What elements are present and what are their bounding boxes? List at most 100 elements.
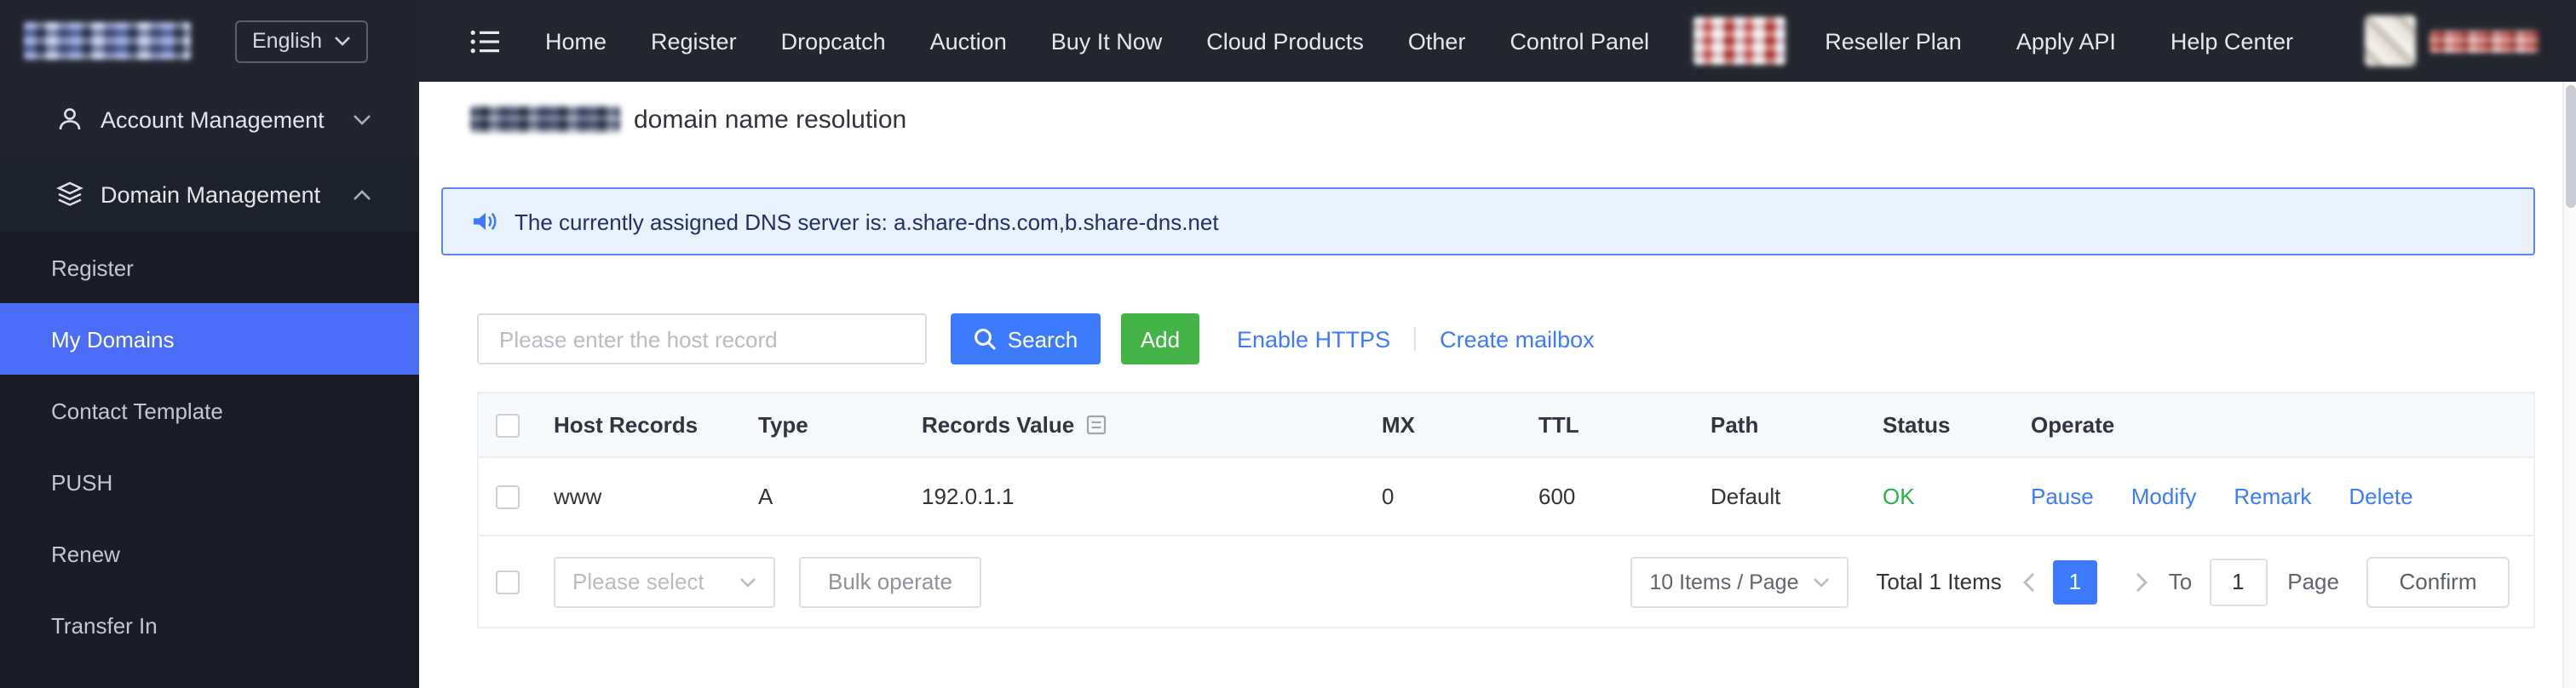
chevron-down-icon: [1814, 577, 1830, 587]
cell-host-record: www: [554, 484, 602, 509]
remark-link[interactable]: Remark: [2234, 484, 2311, 509]
enable-https-link[interactable]: Enable HTTPS: [1237, 326, 1390, 352]
bulk-action-select[interactable]: Please select: [554, 556, 775, 607]
user-menu[interactable]: [2358, 15, 2539, 66]
row-actions: Pause Modify Remark Delete: [2014, 484, 2533, 509]
sidebar-item-label: Register: [51, 255, 134, 280]
language-selector[interactable]: English: [235, 20, 368, 62]
chevron-left-icon: [2022, 571, 2034, 592]
sidebar-item-register[interactable]: Register: [0, 232, 419, 303]
sidebar-group-account-management[interactable]: Account Management: [0, 82, 419, 157]
dns-notice-text: The currently assigned DNS server is: a.…: [515, 209, 1219, 234]
col-header-operate: Operate: [2031, 412, 2115, 438]
cell-type: A: [758, 484, 773, 509]
page-size-value: 10 Items / Page: [1649, 570, 1799, 593]
avatar[interactable]: [2365, 15, 2416, 66]
nav-item-help-center[interactable]: Help Center: [2171, 28, 2293, 54]
main-nav: Home Register Dropcatch Auction Buy It N…: [545, 28, 1649, 54]
nav-item-dropcatch[interactable]: Dropcatch: [781, 28, 886, 54]
nav-item-control-panel[interactable]: Control Panel: [1509, 28, 1649, 54]
nav-item-reseller-plan[interactable]: Reseller Plan: [1825, 28, 1962, 54]
chevron-down-icon: [335, 37, 350, 46]
sidebar-group-label: Domain Management: [101, 181, 321, 207]
footer-checkbox[interactable]: [496, 570, 520, 593]
divider: [1414, 327, 1417, 351]
language-label: English: [252, 29, 322, 53]
add-record-button[interactable]: Add: [1121, 313, 1199, 364]
sidebar-group-label: Account Management: [101, 106, 325, 132]
col-header-type: Type: [758, 412, 808, 438]
nav-item-other[interactable]: Other: [1408, 28, 1466, 54]
sidebar-header: English: [0, 0, 419, 82]
chevron-down-icon: [740, 577, 756, 587]
search-button-label: Search: [1007, 326, 1078, 352]
col-header-status: Status: [1883, 412, 1951, 438]
redacted-domain-name: [470, 106, 620, 133]
nav-item-auction[interactable]: Auction: [930, 28, 1007, 54]
chevron-up-icon: [354, 189, 371, 199]
record-toolbar: Search Add Enable HTTPS Create mailbox: [477, 313, 2535, 364]
redacted-logo: [24, 22, 191, 60]
goto-page-label: Page: [2287, 569, 2339, 594]
next-page-button[interactable]: [2135, 571, 2148, 592]
select-all-checkbox[interactable]: [496, 414, 520, 439]
topbar-right: Reseller Plan Apply API Help Center: [1825, 15, 2539, 66]
host-record-search-input[interactable]: [477, 313, 927, 364]
redacted-brand: [1693, 17, 1786, 65]
pagination: 10 Items / Page Total 1 Items 1 To Page …: [1630, 556, 2510, 607]
page-size-select[interactable]: 10 Items / Page: [1630, 556, 1849, 607]
pause-link[interactable]: Pause: [2031, 484, 2094, 509]
status-badge: OK: [1883, 484, 1915, 509]
sidebar-item-label: Contact Template: [51, 398, 223, 423]
sidebar-item-contact-template[interactable]: Contact Template: [0, 375, 419, 446]
create-mailbox-link[interactable]: Create mailbox: [1440, 326, 1595, 352]
menu-toggle-icon[interactable]: [470, 28, 501, 54]
goto-page-input[interactable]: [2209, 558, 2268, 605]
speaker-icon: [474, 212, 497, 231]
sidebar-item-transfer-in[interactable]: Transfer In: [0, 589, 419, 661]
cell-ttl: 600: [1538, 484, 1576, 509]
sidebar-item-label: My Domains: [51, 326, 175, 352]
cell-mx: 0: [1382, 484, 1394, 509]
redacted-username: [2429, 30, 2539, 52]
goto-to-label: To: [2168, 569, 2193, 594]
sidebar-item-label: External Domain Push: [51, 684, 272, 688]
table-footer-row: Please select Bulk operate 10 Items / Pa…: [479, 536, 2533, 628]
cell-records-value: 192.0.1.1: [922, 484, 1015, 509]
nav-item-home[interactable]: Home: [545, 28, 607, 54]
nav-item-register[interactable]: Register: [651, 28, 737, 54]
modify-link[interactable]: Modify: [2131, 484, 2197, 509]
delete-link[interactable]: Delete: [2349, 484, 2412, 509]
sidebar-item-push[interactable]: PUSH: [0, 446, 419, 518]
vertical-scrollbar[interactable]: [2562, 82, 2576, 688]
sidebar-group-domain-management[interactable]: Domain Management: [0, 157, 419, 232]
sidebar-submenu: Register My Domains Contact Template PUS…: [0, 232, 419, 688]
confirm-button[interactable]: Confirm: [2366, 556, 2510, 607]
records-table: Host Records Type Records Value MX TTL P…: [477, 392, 2535, 628]
nav-item-buy-it-now[interactable]: Buy It Now: [1051, 28, 1163, 54]
records-value-display-icon[interactable]: [1084, 414, 1107, 436]
total-items-label: Total 1 Items: [1876, 569, 2002, 594]
content-area: domain name resolution The currently ass…: [419, 82, 2562, 688]
prev-page-button[interactable]: [2022, 571, 2036, 592]
row-checkbox[interactable]: [496, 485, 520, 510]
sidebar-item-my-domains[interactable]: My Domains: [0, 303, 419, 375]
page-number-button[interactable]: 1: [2052, 559, 2097, 604]
user-icon: [59, 108, 81, 130]
sidebar-item-renew[interactable]: Renew: [0, 518, 419, 589]
layers-icon: [56, 181, 83, 206]
col-header-records-value: Records Value: [922, 412, 1075, 438]
scrollbar-thumb[interactable]: [2566, 85, 2576, 208]
nav-item-cloud-products[interactable]: Cloud Products: [1206, 28, 1364, 54]
app-root: English Account Management Domain Manage…: [0, 0, 2576, 688]
sidebar-item-label: Renew: [51, 541, 120, 566]
nav-item-apply-api[interactable]: Apply API: [2016, 28, 2116, 54]
col-header-mx: MX: [1382, 412, 1415, 438]
search-icon: [975, 329, 997, 351]
col-header-host-records: Host Records: [554, 412, 699, 438]
bulk-operate-button[interactable]: Bulk operate: [799, 556, 981, 607]
sidebar-item-label: PUSH: [51, 469, 113, 495]
sidebar-item-external-domain-push[interactable]: External Domain Push: [0, 661, 419, 688]
page-title-row: domain name resolution: [419, 82, 2562, 157]
search-button[interactable]: Search: [951, 313, 1101, 364]
